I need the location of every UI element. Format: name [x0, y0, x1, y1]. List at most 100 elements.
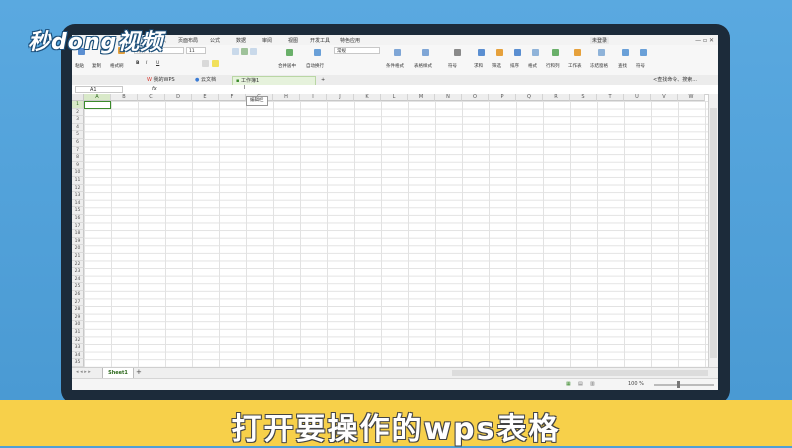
row-header-27[interactable]: 27 — [72, 298, 84, 307]
column-header-n[interactable]: N — [435, 94, 462, 101]
column-header-v[interactable]: V — [651, 94, 678, 101]
worksheet-icon[interactable] — [574, 49, 581, 56]
row-header-11[interactable]: 11 — [72, 177, 84, 185]
format-painter-button[interactable]: 格式刷 — [110, 63, 124, 69]
row-header-35[interactable]: 35 — [72, 359, 84, 367]
column-header-m[interactable]: M — [408, 94, 435, 101]
align-top-icon[interactable] — [232, 48, 239, 55]
column-header-q[interactable]: Q — [516, 94, 543, 101]
worksheet-button[interactable]: 工作表 — [568, 63, 582, 69]
row-header-24[interactable]: 24 — [72, 275, 84, 284]
menu-formula[interactable]: 公式 — [210, 37, 220, 44]
row-header-3[interactable]: 3 — [72, 116, 84, 124]
row-col-button[interactable]: 行和列 — [546, 63, 560, 69]
freeze-icon[interactable] — [598, 49, 605, 56]
menu-developer[interactable]: 开发工具 — [310, 37, 330, 44]
zoom-slider-knob[interactable] — [677, 381, 680, 388]
horizontal-scrollbar[interactable] — [452, 370, 708, 376]
underline-button[interactable]: U — [156, 61, 159, 66]
sheet-nav-arrows[interactable]: ◂ ◂ ▸ ▸ — [76, 369, 91, 375]
vertical-scrollbar[interactable] — [708, 94, 718, 367]
menu-view[interactable]: 视图 — [288, 37, 298, 44]
column-header-b[interactable]: B — [111, 94, 138, 101]
number-format-select[interactable]: 常规 — [334, 47, 380, 54]
align-bottom-icon[interactable] — [250, 48, 257, 55]
sum-button[interactable]: 求和 — [474, 63, 483, 69]
cell-area[interactable] — [84, 101, 708, 367]
row-header-13[interactable]: 13 — [72, 192, 84, 200]
row-header-32[interactable]: 32 — [72, 336, 84, 345]
search-command[interactable]: <查找命令、搜索... — [650, 76, 700, 85]
row-header-16[interactable]: 16 — [72, 215, 84, 223]
paste-button[interactable]: 粘贴 — [75, 63, 84, 69]
fill-color-icon[interactable] — [212, 60, 219, 67]
page-layout-view-icon[interactable]: ▤ — [578, 381, 583, 387]
row-header-21[interactable]: 21 — [72, 253, 84, 261]
login-button[interactable]: 未登录 — [590, 37, 610, 44]
auto-wrap-icon[interactable] — [314, 49, 321, 56]
new-tab-button[interactable]: + — [318, 76, 328, 85]
row-header-17[interactable]: 17 — [72, 222, 84, 231]
vertical-scroll-thumb[interactable] — [710, 108, 717, 358]
symbol-button[interactable]: 符号 — [448, 63, 457, 69]
column-header-w[interactable]: W — [678, 94, 705, 101]
copy-button[interactable]: 复制 — [92, 63, 101, 69]
column-header-u[interactable]: U — [624, 94, 651, 101]
find-button[interactable]: 查找 — [618, 63, 627, 69]
row-header-28[interactable]: 28 — [72, 306, 84, 314]
more-symbol-icon[interactable] — [640, 49, 647, 56]
row-header-31[interactable]: 31 — [72, 329, 84, 337]
format-icon[interactable] — [532, 49, 539, 56]
column-header-p[interactable]: P — [489, 94, 516, 101]
row-header-8[interactable]: 8 — [72, 154, 84, 162]
column-header-s[interactable]: S — [570, 94, 597, 101]
menu-data[interactable]: 数据 — [236, 37, 246, 44]
filter-button[interactable]: 筛选 — [492, 63, 501, 69]
table-style-button[interactable]: 表格样式 — [414, 63, 432, 69]
add-sheet-button[interactable]: + — [136, 368, 142, 376]
row-header-1[interactable]: 1 — [72, 101, 84, 109]
column-header-o[interactable]: O — [462, 94, 489, 101]
column-header-j[interactable]: J — [327, 94, 354, 101]
row-header-34[interactable]: 34 — [72, 351, 84, 360]
filter-icon[interactable] — [496, 49, 503, 56]
more-symbol-button[interactable]: 符号 — [636, 63, 645, 69]
window-controls[interactable]: — ▫ ✕ — [695, 37, 714, 44]
row-header-12[interactable]: 12 — [72, 184, 84, 193]
tab-my-wps[interactable]: W 我的WPS — [144, 76, 178, 85]
sort-icon[interactable] — [514, 49, 521, 56]
column-header-l[interactable]: L — [381, 94, 408, 101]
find-icon[interactable] — [622, 49, 629, 56]
page-break-view-icon[interactable]: ▥ — [590, 381, 595, 387]
row-header-30[interactable]: 30 — [72, 321, 84, 329]
row-header-15[interactable]: 15 — [72, 207, 84, 215]
align-middle-icon[interactable] — [241, 48, 248, 55]
column-header-a[interactable]: A — [84, 94, 111, 101]
row-header-2[interactable]: 2 — [72, 108, 84, 117]
sort-button[interactable]: 排序 — [510, 63, 519, 69]
column-header-c[interactable]: C — [138, 94, 165, 101]
menu-review[interactable]: 审阅 — [262, 37, 272, 44]
column-header-k[interactable]: K — [354, 94, 381, 101]
column-header-t[interactable]: T — [597, 94, 624, 101]
normal-view-icon[interactable]: ▦ — [566, 381, 571, 387]
row-header-25[interactable]: 25 — [72, 283, 84, 291]
fx-label[interactable]: fx — [152, 86, 157, 92]
column-header-f[interactable]: F — [219, 94, 246, 101]
row-header-4[interactable]: 4 — [72, 123, 84, 132]
menu-page-layout[interactable]: 页面布局 — [178, 37, 198, 44]
merge-center-icon[interactable] — [286, 49, 293, 56]
table-style-icon[interactable] — [422, 49, 429, 56]
cond-format-icon[interactable] — [394, 49, 401, 56]
format-button[interactable]: 格式 — [528, 63, 537, 69]
symbol-icon[interactable] — [454, 49, 461, 56]
spreadsheet-grid[interactable]: ABCDEFGHIJKLMNOPQRSTUVW12345678910111213… — [72, 94, 718, 367]
sum-icon[interactable] — [478, 49, 485, 56]
row-header-10[interactable]: 10 — [72, 169, 84, 177]
tab-cloud-docs[interactable]: ● 云文档 — [192, 76, 219, 85]
row-header-33[interactable]: 33 — [72, 344, 84, 352]
column-header-e[interactable]: E — [192, 94, 219, 101]
row-header-19[interactable]: 19 — [72, 237, 84, 246]
row-header-23[interactable]: 23 — [72, 268, 84, 276]
row-header-7[interactable]: 7 — [72, 146, 84, 155]
